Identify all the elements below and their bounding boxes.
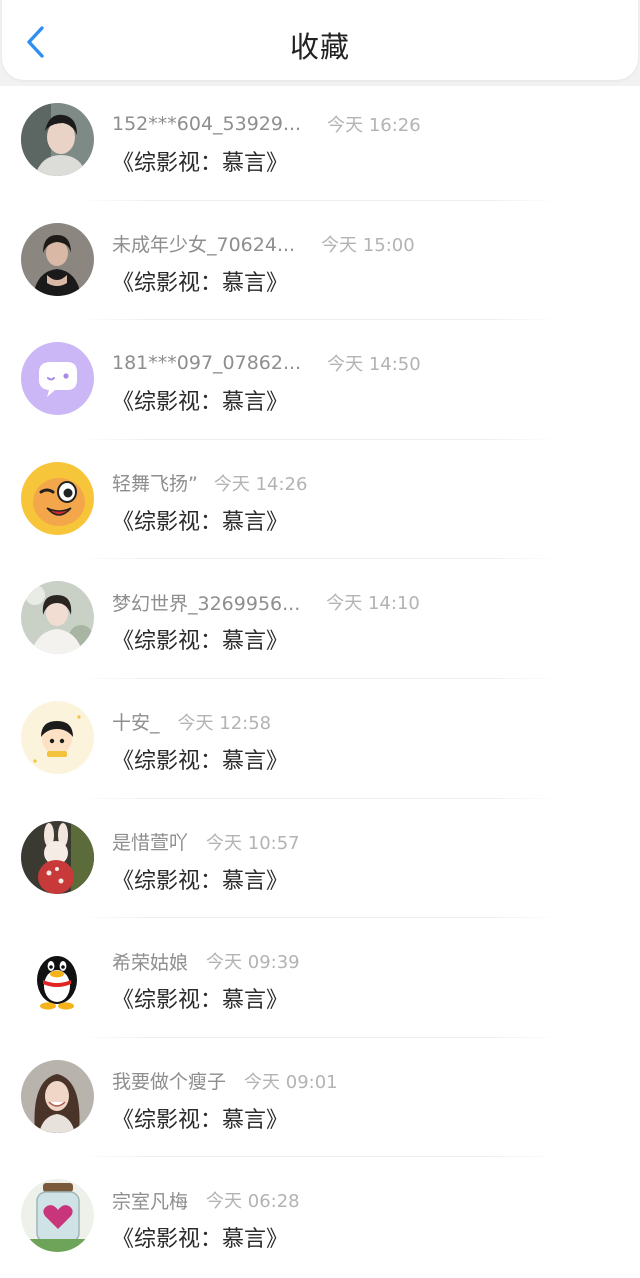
list-item[interactable]: 十安_ 今天 12:58 《综影视：慕言》 [0, 679, 640, 799]
list-item[interactable]: 宗室凡梅 今天 06:28 《综影视：慕言》 [0, 1157, 640, 1277]
book-title: 《综影视：慕言》 [112, 629, 289, 655]
timestamp: 今天 09:39 [206, 952, 300, 974]
header-bar: 收藏 [2, 0, 638, 80]
avatar[interactable] [21, 581, 94, 655]
avatar[interactable] [21, 700, 94, 774]
heart-jar-avatar-icon [21, 1179, 94, 1253]
page-title: 收藏 [289, 30, 350, 64]
timestamp: 今天 09:01 [244, 1071, 338, 1093]
timestamp: 今天 12:58 [177, 712, 272, 734]
user-name: 轻舞飞扬” [112, 473, 198, 496]
avatar[interactable] [21, 461, 94, 535]
avatar[interactable] [21, 820, 94, 894]
user-name: 希荣姑娘 [112, 951, 189, 974]
list-item[interactable]: 轻舞飞扬” 今天 14:26 《综影视：慕言》 [0, 440, 640, 560]
timestamp: 今天 14:10 [326, 593, 420, 615]
cartoon-wink-avatar-icon [21, 461, 94, 535]
book-title: 《综影视：慕言》 [112, 509, 289, 535]
user-name: 未成年少女_70624... [112, 234, 296, 257]
qq-penguin-avatar-icon [21, 940, 94, 1014]
book-title: 《综影视：慕言》 [112, 151, 289, 176]
book-title: 《综影视：慕言》 [112, 390, 289, 416]
timestamp: 今天 06:28 [206, 1191, 300, 1213]
avatar[interactable] [21, 342, 94, 416]
book-title: 《综影视：慕言》 [112, 988, 289, 1014]
photo-avatar-girl-icon [21, 222, 94, 296]
timestamp: 今天 14:26 [213, 473, 308, 495]
user-name: 梦幻世界_3269956... [112, 592, 301, 615]
user-name: 152***604_53929... [112, 113, 302, 135]
list-item[interactable]: 是惜萱吖 今天 10:57 《综影视：慕言》 [0, 799, 640, 919]
default-chat-avatar-icon [21, 342, 94, 416]
cartoon-kid-avatar-icon [21, 700, 94, 774]
book-title: 《综影视：慕言》 [112, 748, 289, 774]
timestamp: 今天 15:00 [321, 234, 415, 256]
avatar[interactable] [21, 940, 94, 1014]
book-title: 《综影视：慕言》 [112, 1227, 289, 1253]
user-name: 是惜萱吖 [112, 832, 189, 855]
favorites-page: 收藏 152***604_53929... 今天 16:26 《综影视：慕言》 [0, 0, 640, 1278]
list-item[interactable]: 我要做个瘦子 今天 09:01 《综影视：慕言》 [0, 1038, 640, 1158]
photo-avatar-smiling-woman-icon [21, 1059, 94, 1133]
user-name: 181***097_07862... [112, 352, 302, 375]
avatar[interactable] [21, 1059, 94, 1133]
user-name: 我要做个瘦子 [112, 1071, 227, 1094]
list-item[interactable]: 希荣姑娘 今天 09:39 《综影视：慕言》 [0, 918, 640, 1038]
avatar[interactable] [21, 222, 94, 296]
list-item[interactable]: 181***097_07862... 今天 14:50 《综影视：慕言》 [0, 320, 640, 440]
book-title: 《综影视：慕言》 [112, 270, 289, 296]
list-item[interactable]: 152***604_53929... 今天 16:26 《综影视：慕言》 [0, 81, 640, 201]
list-item[interactable]: 未成年少女_70624... 今天 15:00 《综影视：慕言》 [0, 201, 640, 321]
timestamp: 今天 14:50 [327, 354, 421, 376]
photo-avatar-woman-icon [21, 581, 94, 655]
favorites-list: 152***604_53929... 今天 16:26 《综影视：慕言》 未成年… [0, 81, 640, 1277]
list-item[interactable]: 梦幻世界_3269956... 今天 14:10 《综影视：慕言》 [0, 559, 640, 679]
avatar[interactable] [21, 1179, 94, 1253]
timestamp: 今天 10:57 [206, 832, 300, 854]
timestamp: 今天 16:26 [327, 115, 421, 136]
bunny-doll-avatar-icon [21, 820, 94, 894]
avatar[interactable] [21, 103, 94, 176]
user-name: 宗室凡梅 [112, 1190, 189, 1213]
header: 收藏 [0, 0, 640, 86]
user-name: 十安_ [112, 712, 160, 735]
photo-avatar-man-icon [21, 103, 94, 176]
book-title: 《综影视：慕言》 [112, 1107, 289, 1133]
book-title: 《综影视：慕言》 [112, 868, 289, 894]
